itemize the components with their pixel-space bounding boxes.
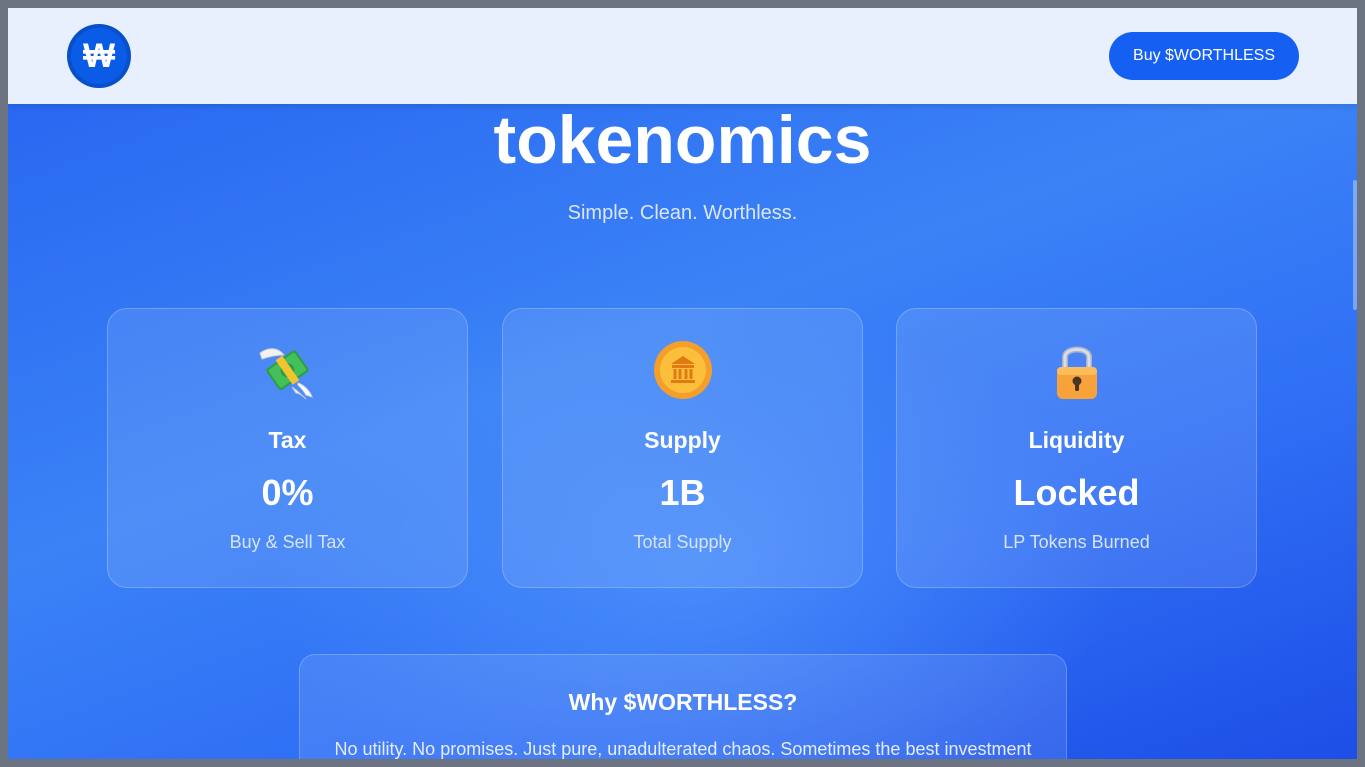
why-section: Why $WORTHLESS? No utility. No promises.… [299, 654, 1067, 759]
card-label: Supply [644, 427, 721, 453]
buy-button[interactable]: Buy $WORTHLESS [1109, 32, 1299, 80]
section-subtitle: Simple. Clean. Worthless. [567, 202, 798, 224]
site-header: ₩ Buy $WORTHLESS [8, 8, 1357, 104]
money-with-wings-icon: $ [259, 348, 313, 400]
card-label: Tax [268, 427, 307, 453]
bank-coin-icon [654, 341, 712, 399]
section-title: tokenomics [493, 102, 872, 178]
scrollbar[interactable] [1353, 180, 1357, 310]
card-caption: LP Tokens Burned [1003, 532, 1150, 552]
card-label: Liquidity [1028, 427, 1125, 453]
liquidity-card: Liquidity Locked LP Tokens Burned [896, 308, 1257, 588]
page-frame: ₩ Buy $WORTHLESS tokenomics Simple. Clea… [8, 8, 1357, 759]
won-sign-icon: ₩ [82, 37, 116, 75]
card-value: Locked [1013, 472, 1140, 513]
why-title: Why $WORTHLESS? [568, 689, 798, 715]
why-text: No utility. No promises. Just pure, unad… [334, 739, 1032, 759]
card-caption: Buy & Sell Tax [229, 532, 346, 552]
logo[interactable]: ₩ [67, 24, 131, 88]
card-caption: Total Supply [633, 532, 732, 552]
tax-card: $ Tax 0% Buy & Sell Tax [107, 308, 468, 588]
card-value: 1B [659, 472, 706, 513]
padlock-icon [1057, 346, 1097, 399]
supply-card: Supply 1B Total Supply [502, 308, 863, 588]
card-value: 0% [261, 472, 314, 513]
